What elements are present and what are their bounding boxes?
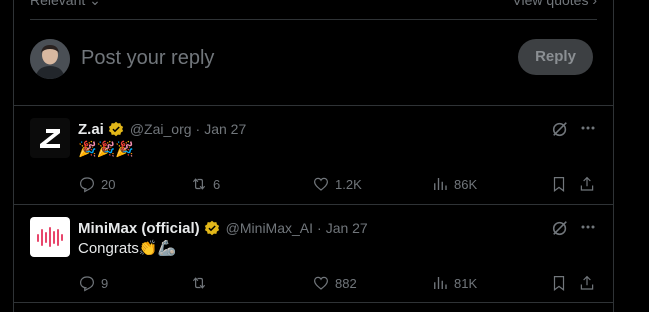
like-action[interactable]: 1.2K [312,174,362,194]
reply-icon [80,177,94,193]
repost-icon [192,178,206,190]
view-quotes-label: View quotes [512,0,589,8]
reply-button[interactable]: Reply [518,39,593,75]
more-options-icon[interactable] [580,219,596,237]
repost-action[interactable]: 6 [190,174,220,194]
views-action[interactable]: 81K [431,273,477,293]
repost-icon [192,277,206,289]
avatar[interactable] [30,39,70,79]
reply-action[interactable]: 20 [78,174,115,194]
display-name[interactable]: Z.ai [78,121,104,138]
view-quotes-link[interactable]: View quotes › [512,0,597,8]
chevron-right-icon: › [592,0,597,8]
tweet-text: 🎉🎉🎉 [78,141,135,158]
tweet-header: Z.ai @Zai_org · Jan 27 [78,120,246,138]
bookmark-action[interactable] [550,174,573,194]
tweet-zai[interactable]: Z.ai @Zai_org · Jan 27 🎉🎉🎉 20 6 1.2K 86K [14,106,613,205]
tweet-minimax[interactable]: MiniMax (official) @MiniMax_AI · Jan 27 … [14,205,613,303]
view-count: 81K [454,275,478,291]
separator: · [317,220,322,236]
heart-icon [314,177,328,191]
verified-badge-icon [204,220,219,236]
grok-icon[interactable] [551,120,569,138]
tweet-actions: 9 882 81K [78,273,597,293]
analytics-icon [434,178,447,190]
reply-input[interactable]: Post your reply [81,47,214,70]
repost-action[interactable] [190,273,213,293]
like-action[interactable]: 882 [312,273,357,293]
verified-badge-icon [108,121,123,137]
grok-icon[interactable] [551,219,569,237]
separator: · [195,121,201,137]
like-count: 1.2K [335,176,362,192]
chevron-down-icon: ⌄ [89,0,101,8]
sort-dropdown[interactable]: Relevant ⌄ [30,0,101,9]
user-handle[interactable]: @Zai_org [130,121,192,137]
user-avatar-image [30,39,70,79]
reply-count: 20 [101,176,116,192]
reply-icon [80,276,94,292]
bookmark-icon [553,177,565,192]
display-name[interactable]: MiniMax (official) [78,220,200,237]
timestamp[interactable]: Jan 27 [204,121,246,137]
reply-action[interactable]: 9 [78,273,108,293]
avatar[interactable] [30,118,70,158]
zai-logo-icon [30,118,70,158]
reply-count: 9 [101,275,109,291]
share-action[interactable] [578,273,601,293]
bookmark-action[interactable] [550,273,573,293]
tweet-text: Congrats👏🦾 [78,240,177,257]
repost-count: 6 [213,176,221,192]
share-icon [580,275,594,290]
heart-icon [314,276,328,290]
sort-label: Relevant [30,0,86,8]
tweet-actions: 20 6 1.2K 86K [78,174,597,194]
share-action[interactable] [578,174,601,194]
view-count: 86K [454,176,478,192]
reply-composer: Post your reply Reply [14,21,613,106]
share-icon [580,176,594,191]
like-count: 882 [335,275,357,291]
more-options-icon[interactable] [580,120,596,138]
conversation-column: Relevant ⌄ View quotes › Post your reply… [13,0,614,312]
user-handle[interactable]: @MiniMax_AI [226,220,313,236]
reply-sort-bar: Relevant ⌄ View quotes › [30,0,597,20]
views-action[interactable]: 86K [431,174,477,194]
timestamp[interactable]: Jan 27 [326,220,368,236]
analytics-icon [434,277,447,289]
tweet-header: MiniMax (official) @MiniMax_AI · Jan 27 [78,219,368,237]
bookmark-icon [553,276,565,291]
avatar[interactable] [30,217,70,257]
minimax-logo-icon [30,217,70,257]
